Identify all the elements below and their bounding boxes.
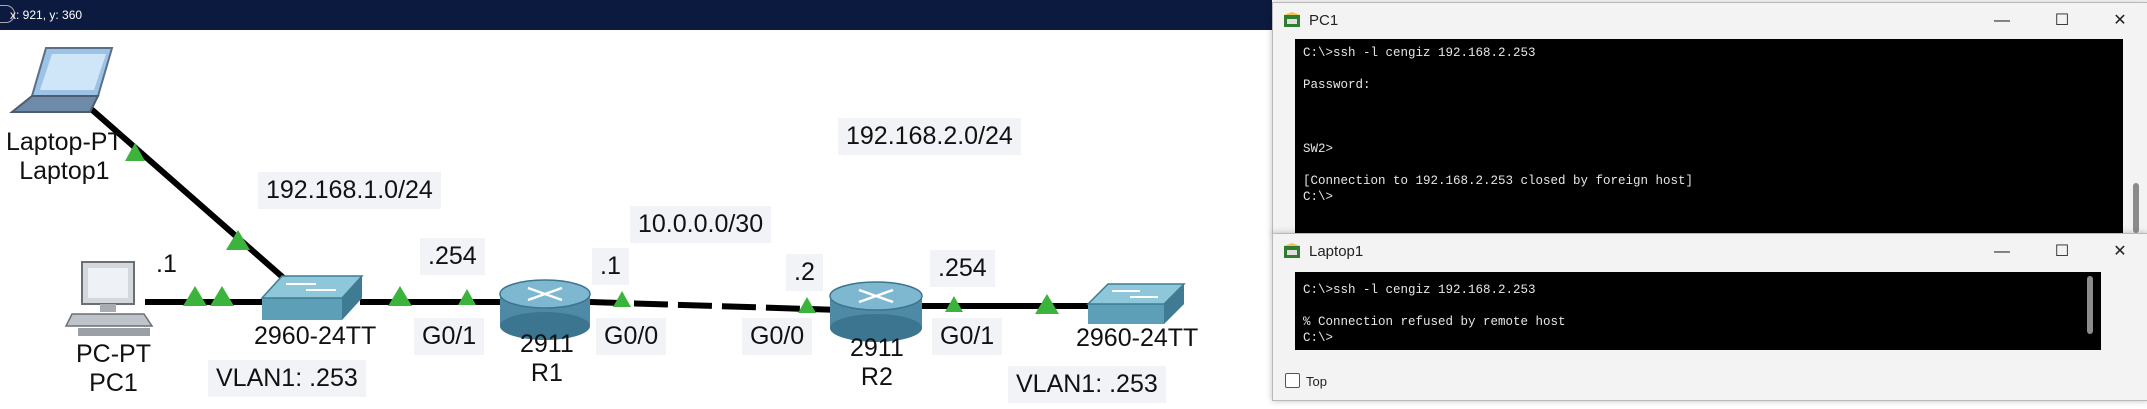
maximize-icon[interactable]: ☐ xyxy=(2049,240,2075,264)
port-up-icon xyxy=(798,297,816,313)
switch1-model-label: 2960-24TT xyxy=(254,322,377,350)
pc1-scrollbar[interactable] xyxy=(2133,183,2139,233)
r1-name-label: R1 xyxy=(530,358,563,387)
switch1-vlan-label: VLAN1: .253 xyxy=(208,360,366,397)
top-checkbox-label: Top xyxy=(1306,374,1327,389)
pc1-terminal-output[interactable]: C:\>ssh -l cengiz 192.168.2.253 Password… xyxy=(1295,39,2123,235)
port-up-icon xyxy=(388,286,412,306)
pc1-terminal-line xyxy=(1303,61,2115,77)
r2-name-label: R2 xyxy=(860,362,893,391)
port-up-icon xyxy=(183,286,207,306)
r2-g01-ip-label: .254 xyxy=(930,250,995,287)
minimize-icon[interactable]: — xyxy=(1989,9,2015,33)
laptop1-terminal-line: % Connection refused by remote host xyxy=(1303,315,1566,329)
pc-name-label: PC1 xyxy=(89,368,138,397)
r2-g01-label: G0/1 xyxy=(932,318,1003,355)
pc1-terminal-line: C:\> xyxy=(1303,190,1334,204)
switch2-vlan-label: VLAN1: .253 xyxy=(1008,366,1166,403)
r1-label: 2911 R1 xyxy=(520,330,574,388)
top-checkbox[interactable]: Top xyxy=(1285,373,1327,389)
net-wan-label: 10.0.0.0/30 xyxy=(630,206,772,243)
coords-readout: x: 921, y: 360 xyxy=(10,8,83,22)
minimize-icon[interactable]: — xyxy=(1989,240,2015,264)
packet-tracer-icon xyxy=(1284,243,1300,258)
laptop-label: Laptop-PT Laptop1 xyxy=(6,128,123,186)
r2-model-label: 2911 xyxy=(850,334,904,362)
port-up-icon xyxy=(458,289,476,305)
r1-g01-ip-label: .254 xyxy=(420,238,485,275)
status-bar: x: 921, y: 360 xyxy=(0,0,1272,30)
laptop1-terminal-lines: C:\>ssh -l cengiz 192.168.2.253 % Connec… xyxy=(1303,282,2093,346)
topology-canvas[interactable]: Laptop-PT Laptop1 192.168.1.0/24 10.0.0.… xyxy=(0,30,1272,409)
laptop1-window-title: Laptop1 xyxy=(1309,243,1364,260)
port-indicators xyxy=(125,143,1059,314)
r2-g00-label: G0/0 xyxy=(742,318,813,355)
close-icon[interactable]: ✕ xyxy=(2107,240,2133,264)
laptop1-terminal-line xyxy=(1303,298,2093,314)
pc1-terminal-line: SW2> xyxy=(1303,142,1334,156)
laptop1-terminal-line: C:\>ssh -l cengiz 192.168.2.253 xyxy=(1303,283,1536,297)
pc1-terminal-line xyxy=(1303,109,2115,125)
laptop1-terminal-line: C:\> xyxy=(1303,331,1334,345)
r1-g01-label: G0/1 xyxy=(414,318,485,355)
laptop-icon xyxy=(9,47,114,113)
pc-ip-label: .1 xyxy=(156,250,177,278)
port-up-icon xyxy=(613,291,631,307)
pc1-titlebar[interactable]: PC1 — ☐ ✕ xyxy=(1273,3,2147,39)
switch-icon xyxy=(1086,283,1186,324)
maximize-icon[interactable]: ☐ xyxy=(2049,9,2075,33)
r2-g00-ip-label: .2 xyxy=(786,254,823,291)
port-up-icon xyxy=(210,286,234,306)
close-icon[interactable]: ✕ xyxy=(2107,9,2133,33)
pc1-window-title: PC1 xyxy=(1309,12,1339,29)
checkbox-icon[interactable] xyxy=(1285,373,1300,388)
pc-type-label: PC-PT xyxy=(76,340,151,368)
router-icon xyxy=(829,281,923,342)
pc1-terminal-lines: C:\>ssh -l cengiz 192.168.2.253 Password… xyxy=(1303,45,2115,205)
pc1-terminal-line: Password: xyxy=(1303,78,1371,92)
r1-g00-label: G0/0 xyxy=(596,318,667,355)
pc-label: PC-PT PC1 xyxy=(76,340,151,398)
pc1-terminal-line: C:\>ssh -l cengiz 192.168.2.253 xyxy=(1303,46,1536,60)
r1-g00-ip-label: .1 xyxy=(592,248,629,285)
packet-tracer-icon xyxy=(1284,12,1300,27)
net-lan2-label: 192.168.2.0/24 xyxy=(838,118,1021,155)
pc-icon xyxy=(64,261,154,336)
r2-label: 2911 R2 xyxy=(850,334,904,392)
pc1-terminal-line: [Connection to 192.168.2.253 closed by f… xyxy=(1303,174,1694,188)
laptop-name-label: Laptop1 xyxy=(19,156,110,185)
r1-model-label: 2911 xyxy=(520,330,574,358)
laptop1-titlebar[interactable]: Laptop1 — ☐ ✕ xyxy=(1273,234,2147,270)
laptop1-scrollbar[interactable] xyxy=(2087,276,2093,334)
switch-icon xyxy=(260,275,364,320)
switch2-model-label: 2960-24TT xyxy=(1076,324,1199,352)
net-lan1-label: 192.168.1.0/24 xyxy=(258,172,441,209)
laptop-type-label: Laptop-PT xyxy=(6,128,123,156)
pc1-window[interactable]: PC1 — ☐ ✕ C:\>ssh -l cengiz 192.168.2.25… xyxy=(1272,2,2147,236)
laptop1-terminal-output[interactable]: C:\>ssh -l cengiz 192.168.2.253 % Connec… xyxy=(1295,272,2101,350)
pc1-terminal-line xyxy=(1303,93,2115,109)
pc1-terminal-line xyxy=(1303,125,2115,141)
laptop1-window[interactable]: Laptop1 — ☐ ✕ C:\>ssh -l cengiz 192.168.… xyxy=(1272,233,2147,401)
pc1-terminal-line xyxy=(1303,157,2115,173)
